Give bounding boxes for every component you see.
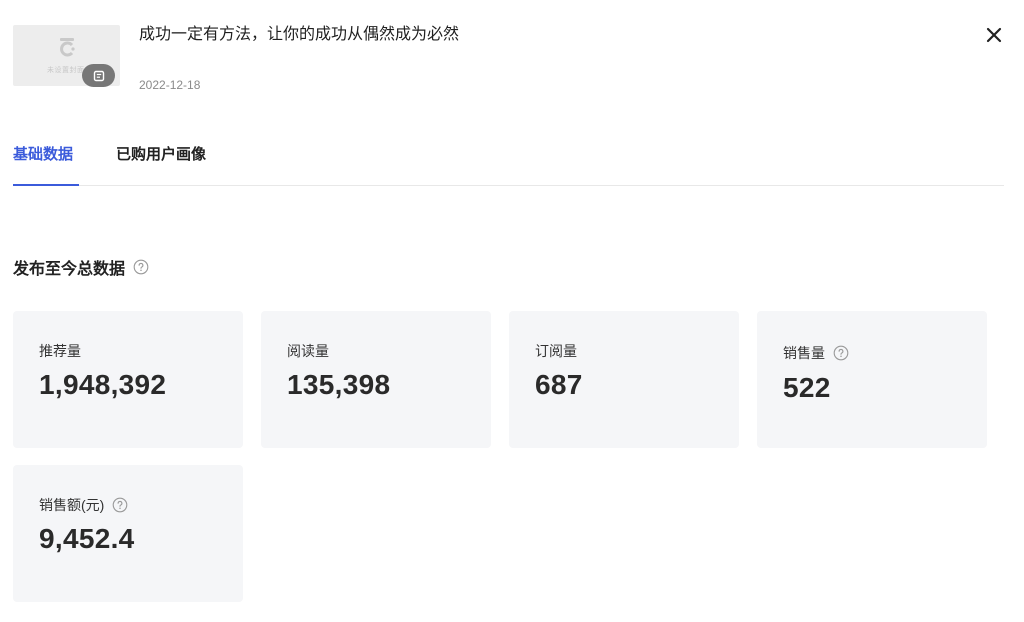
- stat-label: 阅读量: [287, 343, 329, 359]
- section-title: 发布至今总数据: [13, 255, 149, 279]
- section-title-text: 发布至今总数据: [13, 261, 126, 278]
- tab-buyer-profile[interactable]: 已购用户画像: [116, 143, 206, 164]
- stat-value: 1,948,392: [39, 369, 167, 400]
- close-icon[interactable]: [984, 25, 1004, 45]
- publish-date: 2022-12-18: [139, 78, 201, 92]
- document-icon: [93, 70, 104, 81]
- stat-label: 订阅量: [535, 343, 577, 359]
- data-panel: 未设置封面 成功一定有方法，让你的成功从偶然成为必然 2022-12-18 基础…: [0, 0, 1024, 622]
- document-badge: [82, 64, 115, 87]
- stat-card-sales-volume: 销售量 522: [757, 311, 987, 448]
- tab-bar: 基础数据 已购用户画像: [13, 143, 1004, 186]
- stat-value: 522: [783, 372, 831, 403]
- stat-label: 销售量: [783, 343, 849, 363]
- help-icon[interactable]: [833, 345, 849, 361]
- help-icon[interactable]: [112, 497, 128, 513]
- article-title: 成功一定有方法，让你的成功从偶然成为必然: [139, 26, 460, 43]
- stat-card-sales-revenue: 销售额(元) 9,452.4: [13, 465, 243, 602]
- tab-basic-data[interactable]: 基础数据: [13, 143, 73, 164]
- stat-label: 销售额(元): [39, 495, 128, 515]
- help-icon[interactable]: [133, 259, 149, 275]
- stat-card-recommendations: 推荐量 1,948,392: [13, 311, 243, 448]
- stat-value: 135,398: [287, 369, 391, 400]
- thumbnail-caption: 未设置封面: [47, 67, 85, 74]
- active-tab-indicator: [13, 184, 79, 186]
- stat-card-subscriptions: 订阅量 687: [509, 311, 739, 448]
- placeholder-logo-icon: [60, 38, 75, 57]
- stat-label: 推荐量: [39, 343, 81, 359]
- stat-card-reads: 阅读量 135,398: [261, 311, 491, 448]
- stat-value: 687: [535, 369, 583, 400]
- stat-value: 9,452.4: [39, 523, 135, 554]
